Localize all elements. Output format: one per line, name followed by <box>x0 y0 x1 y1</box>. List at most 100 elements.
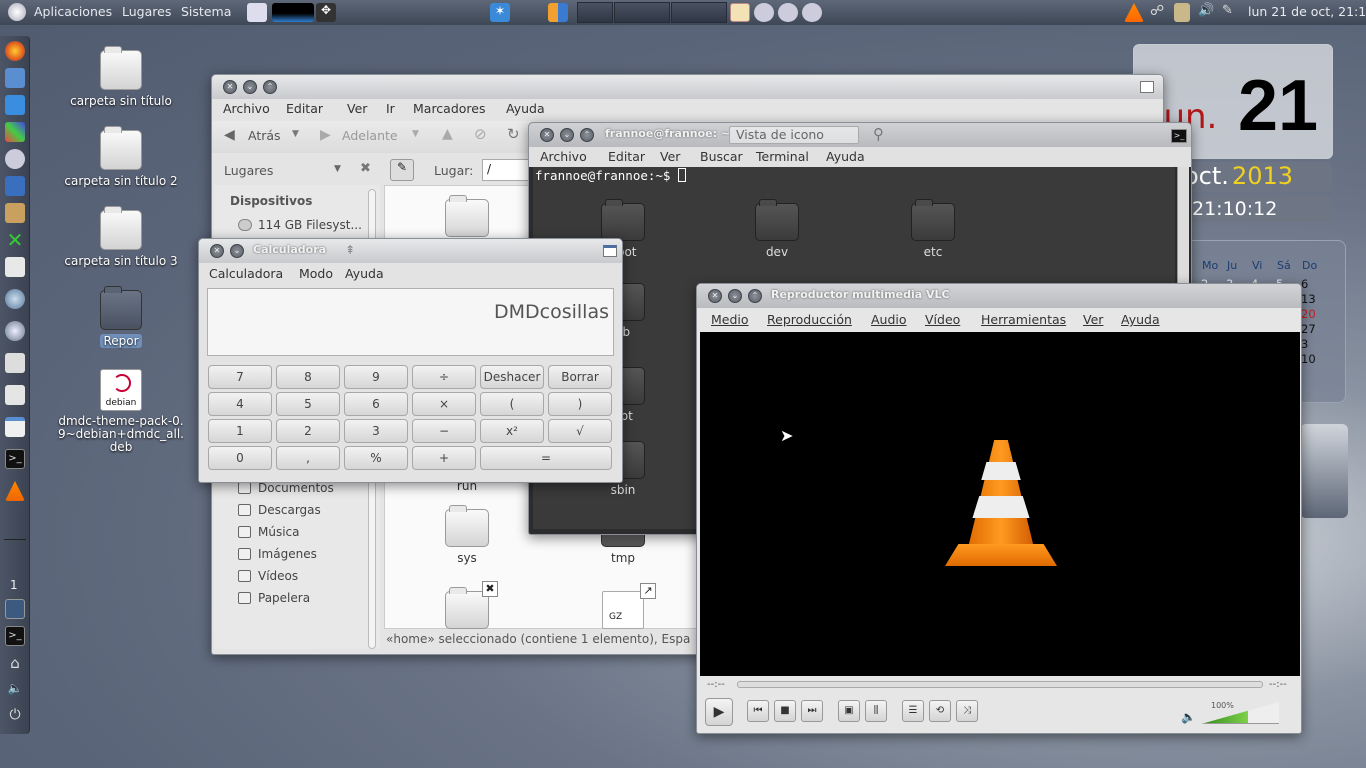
close-icon[interactable]: ✕ <box>540 128 554 142</box>
search-icon[interactable]: ⚲ <box>873 125 884 143</box>
calc-key-22[interactable]: + <box>412 446 476 470</box>
forward-arrow-icon[interactable]: ▶ <box>320 127 331 143</box>
minimize-icon[interactable]: ⌄ <box>230 244 244 258</box>
vlc-menu-reproducción[interactable]: Reproducción <box>767 312 852 327</box>
sidebar-item-7[interactable]: Papelera <box>258 591 310 605</box>
debian-menu-icon[interactable] <box>8 3 26 21</box>
menu-ir[interactable]: Ir <box>386 101 395 116</box>
calc-key-12[interactable]: ) <box>548 392 612 416</box>
menu-editar[interactable]: Editar <box>286 101 323 116</box>
forward-dropdown-icon[interactable]: ▼ <box>412 129 419 139</box>
seek-bar[interactable] <box>737 681 1263 688</box>
calc-key-21[interactable]: % <box>344 446 408 470</box>
system-monitor-icon[interactable] <box>272 3 314 22</box>
folder-broken-link[interactable] <box>444 587 490 633</box>
loop-icon[interactable]: ⟲ <box>929 700 951 722</box>
terminal-task-icon[interactable]: >_ <box>5 626 25 646</box>
forward-button[interactable]: Adelante <box>342 128 398 143</box>
vlc-tray-icon[interactable] <box>1124 3 1144 22</box>
panel-clock[interactable]: lun 21 de oct, 21:10 <box>1248 4 1366 19</box>
menu-sistema[interactable]: Sistema <box>181 4 231 19</box>
menu-marcadores[interactable]: Marcadores <box>413 101 486 116</box>
maximize-icon[interactable]: ⌃ <box>263 80 277 94</box>
desktop-folder-repor[interactable]: Repor <box>61 286 181 348</box>
workspace-thumb-icon[interactable] <box>5 599 25 619</box>
swirl-icon[interactable] <box>5 289 25 309</box>
maximize-icon[interactable]: ⌃ <box>580 128 594 142</box>
view-mode-dropdown[interactable]: Vista de icono <box>729 126 859 144</box>
vlc-menu-ayuda[interactable]: Ayuda <box>1121 312 1160 327</box>
term-menu-ayuda[interactable]: Ayuda <box>826 149 865 164</box>
eye-icon-3[interactable] <box>802 3 822 22</box>
calc-key-1[interactable]: 7 <box>208 365 272 389</box>
term-menu-buscar[interactable]: Buscar <box>700 149 743 164</box>
star-launcher-icon[interactable]: ✶ <box>490 3 510 22</box>
calc-key-23[interactable]: = <box>480 446 612 470</box>
calc-menu-modo[interactable]: Modo <box>299 266 333 281</box>
vlc-menu-medio[interactable]: Medio <box>711 312 749 327</box>
package-icon[interactable] <box>5 203 25 223</box>
calculator-display[interactable]: DMDcosillas <box>207 288 614 356</box>
sidebar-item-6[interactable]: Vídeos <box>258 569 298 583</box>
camera-icon[interactable] <box>5 353 25 373</box>
stop-icon[interactable]: ⊘ <box>474 125 487 143</box>
fullscreen-icon[interactable]: ▣ <box>838 700 860 722</box>
vlc-video-area[interactable]: ➤ <box>700 332 1300 676</box>
sound-icon[interactable]: 🔈 <box>5 681 25 701</box>
calc-key-11[interactable]: ( <box>480 392 544 416</box>
extended-settings-icon[interactable]: ⫼ <box>865 700 887 722</box>
back-button[interactable]: Atrás <box>248 128 281 143</box>
dropbox-icon[interactable] <box>5 95 25 115</box>
back-dropdown-icon[interactable]: ▼ <box>292 129 299 139</box>
folder-sys[interactable]: sys <box>444 505 490 565</box>
calc-key-3[interactable]: 9 <box>344 365 408 389</box>
drive-icon[interactable] <box>5 385 25 405</box>
sidebar-item-filesystem[interactable]: 114 GB Filesyst... <box>258 218 362 232</box>
up-arrow-icon[interactable]: ▲ <box>442 126 453 142</box>
pen-icon[interactable]: ✎ <box>1222 3 1242 22</box>
calc-key-6[interactable]: Borrar <box>548 365 612 389</box>
file-manager-titlebar[interactable] <box>212 75 1163 99</box>
window-icon[interactable] <box>5 417 25 437</box>
close-icon[interactable]: ✕ <box>223 80 237 94</box>
minimize-icon[interactable]: ⌄ <box>560 128 574 142</box>
term-menu-ver[interactable]: Ver <box>660 149 680 164</box>
term-folder-etc[interactable]: etc <box>903 199 963 259</box>
calc-key-5[interactable]: Deshacer <box>480 365 544 389</box>
eye-icon-1[interactable] <box>754 3 774 22</box>
home-icon[interactable]: ⌂ <box>5 654 25 674</box>
sidebar-item-5[interactable]: Imágenes <box>258 547 317 561</box>
back-arrow-icon[interactable]: ◀ <box>224 127 235 143</box>
terminal-icon[interactable]: >_ <box>5 449 25 469</box>
clipboard-icon[interactable] <box>1174 3 1190 22</box>
sidebar-item-3[interactable]: Descargas <box>258 503 321 517</box>
location-input[interactable]: / <box>482 159 532 181</box>
vlc-menu-herramientas[interactable]: Herramientas <box>981 312 1066 327</box>
term-folder-dev[interactable]: dev <box>747 199 807 259</box>
calc-key-13[interactable]: 1 <box>208 419 272 443</box>
previous-icon[interactable]: ⏮ <box>747 700 769 722</box>
power-icon[interactable]: ⏻ <box>5 707 25 727</box>
globe-icon[interactable] <box>5 321 25 341</box>
maximize-icon[interactable]: ⌃ <box>748 289 762 303</box>
sidebar-item-2[interactable]: Documentos <box>258 481 334 495</box>
term-menu-archivo[interactable]: Archivo <box>540 149 587 164</box>
gz-archive-icon[interactable]: GZ <box>602 591 644 629</box>
taskbar-slot-1[interactable] <box>577 2 613 23</box>
image-viewer-icon[interactable] <box>5 68 25 88</box>
calc-key-7[interactable]: 4 <box>208 392 272 416</box>
calc-key-18[interactable]: √ <box>548 419 612 443</box>
stop-icon[interactable]: ■ <box>774 700 796 722</box>
taskbar-slot-3[interactable] <box>671 2 727 23</box>
document-icon[interactable] <box>5 176 25 196</box>
calc-key-4[interactable]: ÷ <box>412 365 476 389</box>
calc-key-2[interactable]: 8 <box>276 365 340 389</box>
folder-icon[interactable] <box>5 257 25 277</box>
vlc-menu-vídeo[interactable]: Vídeo <box>925 312 960 327</box>
reload-icon[interactable]: ↻ <box>507 125 520 143</box>
calc-key-16[interactable]: − <box>412 419 476 443</box>
calc-key-9[interactable]: 6 <box>344 392 408 416</box>
play-button[interactable]: ▶ <box>705 698 733 726</box>
calc-key-14[interactable]: 2 <box>276 419 340 443</box>
screenshot-icon[interactable] <box>247 3 267 22</box>
